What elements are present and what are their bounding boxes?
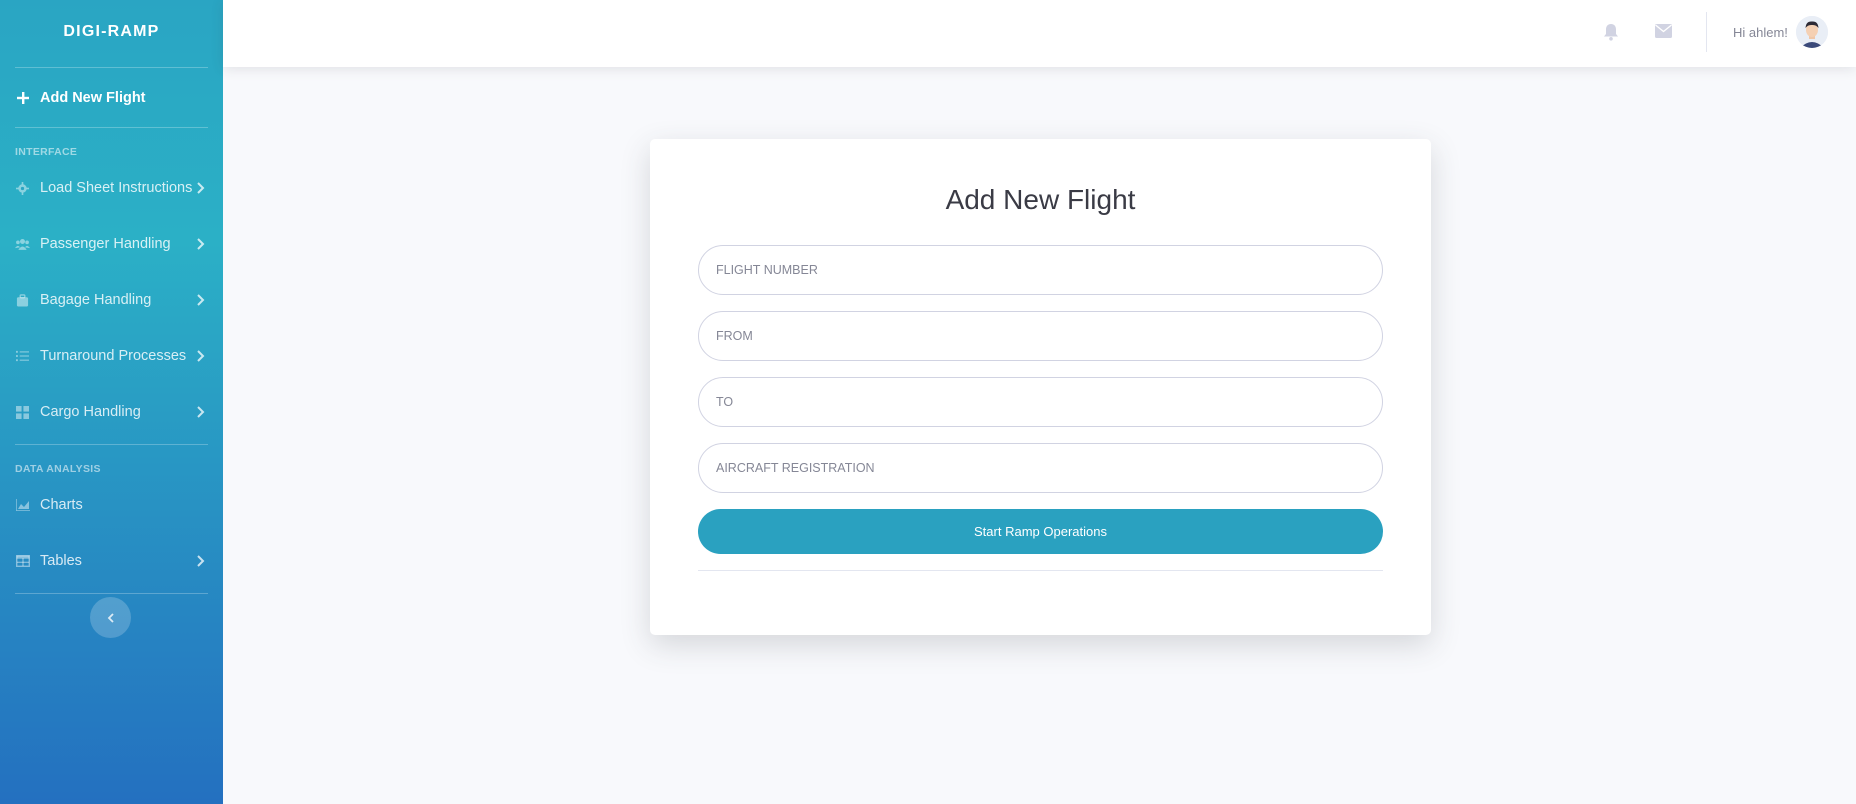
suitcase-icon <box>15 293 30 308</box>
sidebar-item-charts[interactable]: Charts <box>0 477 223 533</box>
sidebar-item-label: Bagage Handling <box>40 292 152 308</box>
flight-number-input[interactable] <box>698 245 1383 295</box>
chevron-right-icon <box>197 238 205 250</box>
sidebar-item-label: Load Sheet Instructions <box>40 180 193 196</box>
sidebar-divider <box>15 593 208 594</box>
chevron-right-icon <box>197 350 205 362</box>
sidebar-item-label: Add New Flight <box>40 89 146 106</box>
sidebar-divider <box>15 67 208 68</box>
sidebar-item-load-sheet-instructions[interactable]: Load Sheet Instructions <box>0 160 223 216</box>
sidebar-item-label: Charts <box>40 497 83 513</box>
card-divider <box>698 570 1383 571</box>
sidebar-item-label: Tables <box>40 553 82 569</box>
sidebar-item-cargo-handling[interactable]: Cargo Handling <box>0 384 223 440</box>
plus-icon <box>15 90 30 105</box>
chevron-right-icon <box>197 294 205 306</box>
user-dropdown[interactable]: Hi ahlem! <box>1733 16 1828 48</box>
sidebar-divider <box>15 444 208 445</box>
sidebar-item-label: Cargo Handling <box>40 404 141 420</box>
chevron-right-icon <box>197 406 205 418</box>
to-input[interactable] <box>698 377 1383 427</box>
brand-logo[interactable]: DIGI-RAMP <box>0 0 223 63</box>
sidebar-item-label: Passenger Handling <box>40 236 171 252</box>
sidebar-item-turnaround-processes[interactable]: Turnaround Processes <box>0 328 223 384</box>
users-icon <box>15 237 30 252</box>
page-title: Add New Flight <box>945 184 1136 215</box>
user-avatar <box>1795 16 1828 48</box>
chevron-right-icon <box>197 555 205 567</box>
add-flight-card: Add New Flight Start Ramp Operations <box>650 139 1431 635</box>
sidebar: DIGI-RAMP Add New Flight INTERFACE Load … <box>0 0 223 804</box>
bell-icon[interactable] <box>1603 23 1619 41</box>
sidebar-item-bagage-handling[interactable]: Bagage Handling <box>0 272 223 328</box>
sidebar-divider <box>15 127 208 128</box>
sidebar-toggle-button[interactable] <box>90 597 131 638</box>
cog-icon <box>15 181 30 196</box>
sidebar-item-passenger-handling[interactable]: Passenger Handling <box>0 216 223 272</box>
sidebar-item-add-new-flight[interactable]: Add New Flight <box>0 72 223 123</box>
chevron-left-icon <box>107 612 114 623</box>
user-greeting: Hi ahlem! <box>1733 24 1788 40</box>
list-icon <box>15 349 30 364</box>
topbar-divider <box>1706 12 1707 52</box>
start-ramp-operations-button[interactable]: Start Ramp Operations <box>698 509 1383 554</box>
sidebar-heading-data-analysis: DATA ANALYSIS <box>15 463 101 475</box>
table-icon <box>15 554 30 569</box>
sidebar-heading-interface: INTERFACE <box>15 146 78 158</box>
chart-area-icon <box>15 498 30 513</box>
grid-icon <box>15 405 30 420</box>
chevron-right-icon <box>197 182 205 194</box>
sidebar-item-label: Turnaround Processes <box>40 348 187 364</box>
topbar: Hi ahlem! <box>223 0 1856 67</box>
envelope-icon[interactable] <box>1655 24 1672 38</box>
sidebar-item-tables[interactable]: Tables <box>0 533 223 589</box>
aircraft-registration-input[interactable] <box>698 443 1383 493</box>
from-input[interactable] <box>698 311 1383 361</box>
